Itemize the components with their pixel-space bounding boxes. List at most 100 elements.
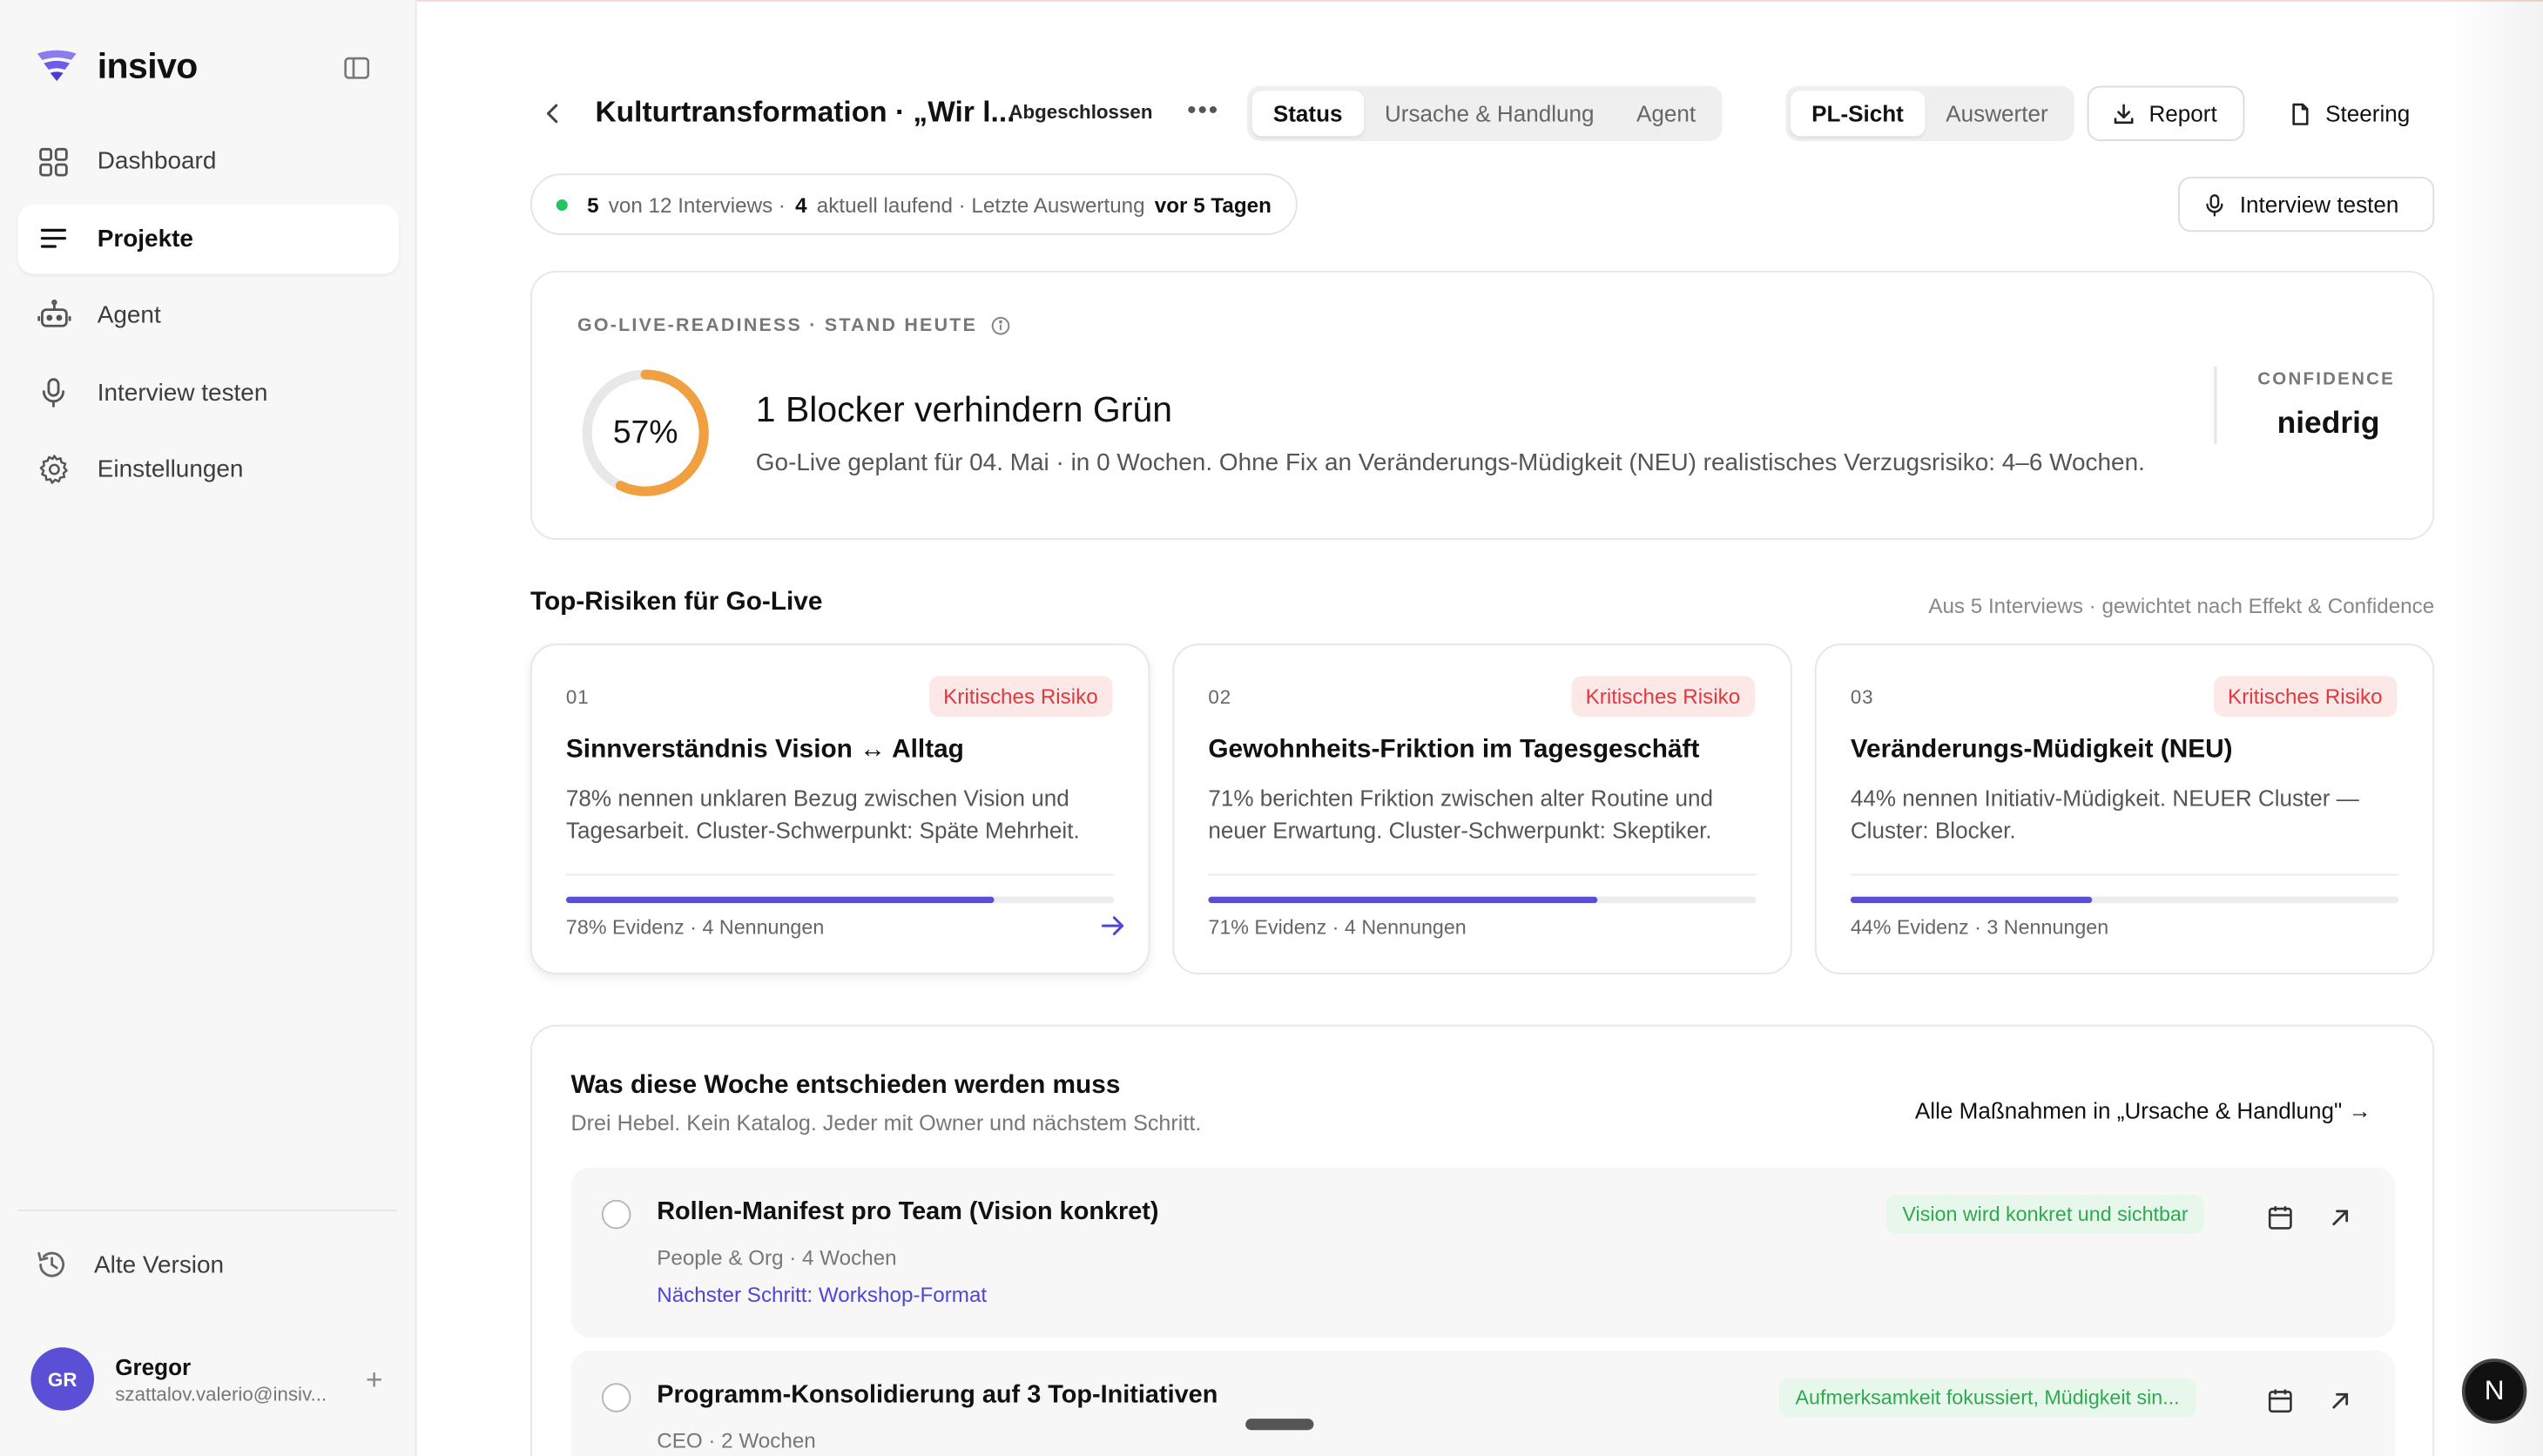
- risk-title: Sinnverständnis Vision ↔ Alltag: [565, 736, 964, 764]
- decisions-card: Was diese Woche entschieden werden muss …: [530, 1024, 2435, 1456]
- decision-item[interactable]: Programm-Konsolidierung auf 3 Top-Initia…: [570, 1350, 2396, 1456]
- decisions-subtitle: Drei Hebel. Kein Katalog. Jeder mit Owne…: [570, 1110, 1202, 1136]
- risk-separator: [1208, 873, 1757, 876]
- confidence-label: CONFIDENCE: [2257, 369, 2396, 389]
- report-button[interactable]: Report: [2087, 85, 2245, 141]
- user-email: szattalov.valerio@insiv...: [115, 1382, 327, 1405]
- sidebar-item-dashboard[interactable]: Dashboard: [17, 126, 399, 196]
- sidebar-item-projekte[interactable]: Projekte: [17, 203, 400, 273]
- app-window: insivo Dashboard Projekte Agent Intervie…: [0, 0, 2543, 1456]
- list-icon: [36, 220, 71, 256]
- next-devtools-badge[interactable]: N: [2461, 1358, 2527, 1424]
- microphone-icon: [2206, 193, 2223, 216]
- plus-icon[interactable]: +: [366, 1364, 383, 1398]
- outcome-tag: Vision wird konkret und sichtbar: [1885, 1195, 2205, 1234]
- sidebar-toggle-icon[interactable]: [342, 53, 372, 83]
- last-evaluation: vor 5 Tagen: [1154, 192, 1272, 217]
- arrow-right-icon[interactable]: [1100, 913, 1126, 939]
- risk-card[interactable]: 02 Kritisches Risiko Gewohnheits-Friktio…: [1172, 644, 1792, 975]
- perspective-toggle: PL-Sicht Auswerter: [1785, 85, 2074, 141]
- risk-badge: Kritisches Risiko: [928, 676, 1113, 717]
- risk-description: 44% nennen Initiativ-Müdigkeit. NEUER Cl…: [1850, 785, 2359, 844]
- calendar-icon[interactable]: [2266, 1203, 2296, 1233]
- risks-title: Top-Risiken für Go-Live: [530, 588, 823, 617]
- sidebar-item-agent[interactable]: Agent: [17, 280, 399, 350]
- tab-ursache-handlung[interactable]: Ursache & Handlung: [1364, 91, 1616, 136]
- risk-number: 01: [565, 685, 590, 709]
- status-text-1: von 12 Interviews ·: [608, 192, 786, 217]
- decision-title: Rollen-Manifest pro Team (Vision konkret…: [657, 1197, 1159, 1226]
- gear-icon: [36, 452, 71, 488]
- decision-checkbox[interactable]: [601, 1199, 631, 1230]
- microphone-icon: [36, 374, 71, 410]
- grid-icon: [36, 144, 71, 179]
- next-step-link[interactable]: Nächster Schritt: Workshop-Format: [657, 1283, 987, 1307]
- decision-item[interactable]: Rollen-Manifest pro Team (Vision konkret…: [570, 1167, 2396, 1338]
- sidebar: insivo Dashboard Projekte Agent Intervie…: [0, 0, 417, 1456]
- external-link-icon[interactable]: [2327, 1204, 2353, 1230]
- user-name: Gregor: [115, 1352, 192, 1379]
- external-link-icon[interactable]: [2327, 1388, 2353, 1414]
- sidebar-item-interview-testen[interactable]: Interview testen: [17, 358, 399, 428]
- decision-title: Programm-Konsolidierung auf 3 Top-Initia…: [657, 1381, 1218, 1410]
- scroll-handle[interactable]: [1245, 1419, 1314, 1431]
- all-measures-link[interactable]: Alle Maßnahmen in „Ursache & Handlung" →: [1915, 1098, 2371, 1124]
- risk-footer: 44% Evidenz · 3 Nennungen: [1850, 915, 2109, 940]
- risk-description: 71% berichten Friktion zwischen alter Ro…: [1208, 785, 1714, 844]
- view-tabs: Status Ursache & Handlung Agent: [1247, 85, 1722, 141]
- evidence-bar: [1208, 896, 1757, 904]
- sidebar-item-label: Projekte: [97, 224, 193, 253]
- status-dot: [556, 199, 568, 211]
- tab-auswerter[interactable]: Auswerter: [1925, 91, 2069, 136]
- risk-separator: [565, 873, 1115, 876]
- tab-pl-sicht[interactable]: PL-Sicht: [1790, 91, 1926, 137]
- sidebar-nav: Dashboard Projekte Agent Interview teste…: [17, 126, 400, 511]
- project-status: Abgeschlossen: [1008, 100, 1153, 124]
- evidence-fill: [1208, 896, 1598, 904]
- risks-meta: Aus 5 Interviews · gewichtet nach Effekt…: [1928, 593, 2435, 618]
- tab-status[interactable]: Status: [1251, 91, 1364, 137]
- readiness-title: 1 Blocker verhindern Grün: [755, 388, 1173, 430]
- sidebar-item-einstellungen[interactable]: Einstellungen: [17, 435, 399, 504]
- risk-card[interactable]: 03 Kritisches Risiko Veränderungs-Müdigk…: [1814, 644, 2435, 975]
- sidebar-item-label: Interview testen: [97, 378, 268, 407]
- readiness-label-text: GO-LIVE-READINESS · STAND HEUTE: [577, 316, 978, 336]
- risk-title: Gewohnheits-Friktion im Tagesgeschäft: [1208, 736, 1700, 764]
- download-icon: [2114, 103, 2134, 124]
- evidence-bar: [565, 896, 1115, 904]
- report-label: Report: [2148, 100, 2217, 127]
- risk-number: 02: [1208, 685, 1232, 709]
- more-options-icon[interactable]: •••: [1187, 98, 1219, 127]
- steering-label: Steering: [2325, 100, 2411, 127]
- info-icon[interactable]: [990, 316, 1009, 335]
- interview-test-button[interactable]: Interview testen: [2177, 176, 2435, 233]
- readiness-subtitle: Go-Live geplant für 04. Mai · in 0 Woche…: [755, 448, 2145, 477]
- decision-meta: CEO · 2 Wochen: [657, 1428, 816, 1453]
- steering-button[interactable]: Steering: [2263, 85, 2435, 141]
- decision-checkbox[interactable]: [601, 1383, 631, 1412]
- old-version-link[interactable]: Alte Version: [36, 1249, 224, 1281]
- sidebar-divider: [17, 1209, 398, 1211]
- status-text-2: aktuell laufend · Letzte Auswertung: [816, 192, 1145, 217]
- risk-card[interactable]: 01 Kritisches Risiko Sinnverständnis Vis…: [530, 644, 1150, 975]
- risk-badge: Kritisches Risiko: [1570, 676, 1755, 717]
- back-chevron-icon[interactable]: [540, 100, 566, 126]
- sidebar-item-label: Agent: [97, 301, 161, 329]
- document-icon: [2292, 102, 2309, 125]
- readiness-label: GO-LIVE-READINESS · STAND HEUTE: [577, 316, 1009, 335]
- decision-meta: People & Org · 4 Wochen: [657, 1244, 897, 1270]
- risk-separator: [1850, 873, 2399, 876]
- history-icon: [37, 1251, 64, 1277]
- tab-agent[interactable]: Agent: [1616, 91, 1717, 136]
- brand-name: insivo: [97, 45, 199, 86]
- sidebar-item-label: Einstellungen: [97, 455, 244, 483]
- calendar-icon[interactable]: [2266, 1386, 2296, 1416]
- running-count: 4: [795, 192, 807, 217]
- user-profile[interactable]: GR Gregor szattalov.valerio@insiv... +: [30, 1347, 395, 1411]
- edge-shadow: [2445, 0, 2543, 1456]
- readiness-card: GO-LIVE-READINESS · STAND HEUTE 57% 1 Bl…: [530, 270, 2435, 541]
- readiness-divider: [2213, 366, 2217, 445]
- evidence-bar: [1850, 896, 2399, 904]
- brand[interactable]: insivo: [36, 45, 198, 87]
- interview-test-label: Interview testen: [2239, 191, 2399, 218]
